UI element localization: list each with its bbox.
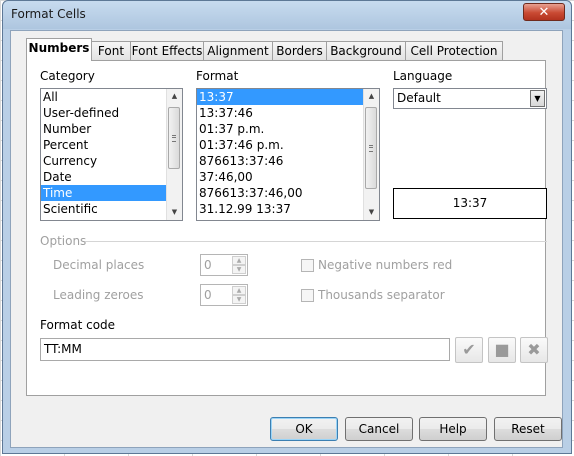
- scroll-down-icon[interactable]: ▼: [364, 205, 379, 220]
- numbers-panel: Category All User-defined Number Percent Cur…: [26, 60, 548, 396]
- format-code-label: Format code: [40, 318, 116, 332]
- chevron-down-icon[interactable]: ▼: [232, 295, 246, 304]
- dialog-title: Format Cells: [11, 7, 86, 21]
- format-list-item[interactable]: 13:37: [197, 89, 379, 105]
- options-separator: [85, 241, 547, 242]
- format-list-item[interactable]: 01:37:46 p.m.: [197, 137, 379, 153]
- format-list-item[interactable]: 37:46,00: [197, 169, 379, 185]
- title-bar[interactable]: Format Cells ✕: [3, 1, 571, 29]
- format-list-item[interactable]: 01:37 p.m.: [197, 121, 379, 137]
- accept-button[interactable]: ✔: [455, 337, 483, 363]
- leading-zeroes-label: Leading zeroes: [53, 288, 144, 302]
- chevron-down-icon[interactable]: ▼: [232, 265, 246, 274]
- tab-alignment[interactable]: Alignment: [203, 41, 273, 60]
- language-select[interactable]: Default ▼: [393, 88, 547, 109]
- format-scrollbar[interactable]: ▲ ▼: [363, 89, 379, 220]
- comment-icon: ■: [494, 340, 510, 359]
- options-label: Options: [40, 234, 87, 248]
- scroll-up-icon[interactable]: ▲: [167, 89, 182, 104]
- chevron-down-icon[interactable]: ▼: [530, 90, 545, 107]
- format-preview: 13:37: [393, 188, 547, 219]
- help-button[interactable]: Help: [419, 417, 487, 441]
- language-label: Language: [393, 69, 453, 83]
- format-list[interactable]: 13:37 13:37:46 01:37 p.m. 01:37:46 p.m. 8766…: [196, 88, 380, 221]
- close-icon: ✕: [538, 5, 550, 20]
- close-button[interactable]: ✕: [523, 3, 565, 21]
- dialog-body: Numbers Font Font Effects Alignment Bord…: [10, 30, 563, 448]
- negative-red-checkbox[interactable]: [301, 259, 314, 272]
- negative-red-label: Negative numbers red: [318, 258, 453, 272]
- category-list-item[interactable]: Time: [41, 185, 182, 201]
- format-list-item[interactable]: 876613:37:46: [197, 153, 379, 169]
- chevron-up-icon[interactable]: ▲: [232, 286, 246, 295]
- tab-background[interactable]: Background: [326, 41, 406, 60]
- category-list-item[interactable]: Percent: [41, 137, 182, 153]
- tab-cell-protection[interactable]: Cell Protection: [405, 41, 503, 60]
- decimal-places-stepper[interactable]: 0 ▲ ▼: [200, 254, 248, 276]
- leading-zeroes-stepper[interactable]: 0 ▲ ▼: [200, 284, 248, 306]
- scroll-down-icon[interactable]: ▼: [167, 205, 182, 220]
- format-label: Format: [196, 69, 239, 83]
- ok-button[interactable]: OK: [270, 417, 338, 441]
- format-list-item[interactable]: 876613:37:46,00: [197, 185, 379, 201]
- language-value: Default: [397, 91, 441, 105]
- delete-button[interactable]: ✖: [520, 337, 548, 363]
- format-list-item[interactable]: 31.12.1999 13:37:46: [197, 217, 379, 220]
- category-list[interactable]: All User-defined Number Percent Currency Date…: [40, 88, 183, 221]
- comment-button[interactable]: ■: [488, 337, 516, 363]
- tab-numbers[interactable]: Numbers: [26, 38, 92, 61]
- format-list-item[interactable]: 31.12.99 13:37: [197, 201, 379, 217]
- category-label: Category: [40, 69, 95, 83]
- cancel-button[interactable]: Cancel: [345, 417, 413, 441]
- chevron-up-icon[interactable]: ▲: [232, 256, 246, 265]
- x-icon: ✖: [527, 340, 541, 359]
- format-list-item[interactable]: 13:37:46: [197, 105, 379, 121]
- category-list-item[interactable]: All: [41, 89, 182, 105]
- category-scrollbar[interactable]: ▲ ▼: [166, 89, 182, 220]
- scroll-thumb[interactable]: [168, 107, 180, 169]
- category-list-item[interactable]: User-defined: [41, 105, 182, 121]
- reset-button[interactable]: Reset: [494, 417, 562, 441]
- category-list-item[interactable]: Date: [41, 169, 182, 185]
- check-icon: ✔: [462, 340, 476, 359]
- tab-borders[interactable]: Borders: [272, 41, 327, 60]
- scroll-up-icon[interactable]: ▲: [364, 89, 379, 104]
- thousands-separator-label: Thousands separator: [318, 288, 445, 302]
- category-list-item[interactable]: Number: [41, 121, 182, 137]
- format-cells-dialog: Format Cells ✕ Numbers Font Font Effects…: [2, 0, 572, 454]
- decimal-places-label: Decimal places: [53, 258, 145, 272]
- scroll-thumb[interactable]: [365, 107, 377, 189]
- category-list-item[interactable]: Currency: [41, 153, 182, 169]
- format-code-input[interactable]: TT:MM: [40, 338, 450, 361]
- category-list-item[interactable]: Scientific: [41, 201, 182, 217]
- tab-font-effects[interactable]: Font Effects: [130, 41, 204, 60]
- tab-font[interactable]: Font: [91, 41, 131, 60]
- thousands-separator-checkbox[interactable]: [301, 289, 314, 302]
